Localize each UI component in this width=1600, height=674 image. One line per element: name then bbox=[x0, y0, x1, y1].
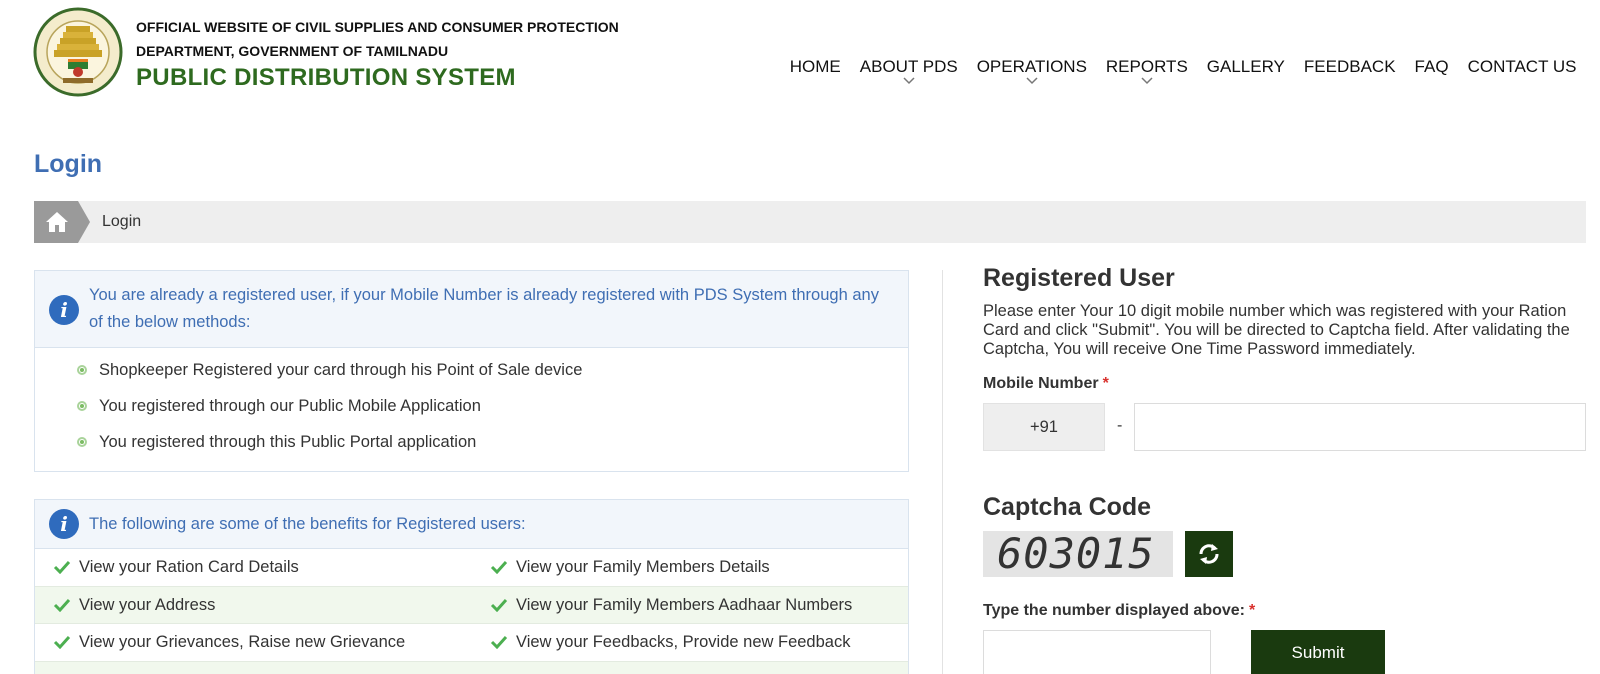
mobile-number-input[interactable] bbox=[1134, 403, 1586, 451]
benefit-item: View your Feedbacks, Provide new Feedbac… bbox=[490, 633, 850, 652]
nav-feedback-label: FEEDBACK bbox=[1303, 57, 1396, 76]
department-line-2: DEPARTMENT, GOVERNMENT OF TAMILNADU bbox=[136, 43, 449, 59]
nav-faq[interactable]: FAQ bbox=[1405, 56, 1458, 86]
benefit-item: View your Family Members Aadhaar Numbers bbox=[490, 596, 852, 615]
captcha-input-label-text: Type the number displayed above: bbox=[983, 602, 1245, 619]
benefits-heading: The following are some of the benefits f… bbox=[89, 515, 526, 533]
department-name: OFFICIAL WEBSITE OF CIVIL SUPPLIES AND C… bbox=[136, 15, 676, 63]
info-icon: i bbox=[49, 509, 79, 539]
benefit-text: View your Family Members Aadhaar Numbers bbox=[516, 595, 853, 614]
country-code-prefix: +91 bbox=[983, 403, 1105, 451]
nav-operations[interactable]: OPERATIONS bbox=[967, 56, 1096, 86]
chevron-down-icon bbox=[1141, 77, 1153, 85]
mobile-number-label-text: Mobile Number bbox=[983, 375, 1099, 392]
refresh-captcha-button[interactable] bbox=[1185, 531, 1233, 577]
page-title: Login bbox=[34, 150, 103, 178]
nav-reports-label: REPORTS bbox=[1105, 57, 1188, 76]
separator: - bbox=[1117, 417, 1123, 434]
tamilnadu-emblem-icon[interactable] bbox=[33, 4, 123, 100]
benefit-text: View your Ration Card Details bbox=[79, 558, 299, 576]
list-item: You registered through this Public Porta… bbox=[77, 431, 582, 467]
captcha-input-label: Type the number displayed above: * bbox=[983, 602, 1255, 620]
captcha-image: 603015 bbox=[983, 531, 1173, 577]
info-icon: i bbox=[49, 295, 79, 325]
benefit-text: View your Address bbox=[79, 595, 216, 614]
chevron-down-icon bbox=[903, 77, 915, 85]
nav-reports[interactable]: REPORTS bbox=[1096, 56, 1197, 86]
list-item: Shopkeeper Registered your card through … bbox=[77, 359, 582, 395]
nav-home[interactable]: HOME bbox=[780, 56, 850, 86]
breadcrumb: Login bbox=[34, 201, 1586, 243]
benefit-text: View your Family Members Details bbox=[516, 558, 770, 576]
benefit-item: View your Grievances, Raise new Grievanc… bbox=[53, 633, 405, 652]
benefits-panel: i The following are some of the benefits… bbox=[34, 499, 909, 674]
site-header: OFFICIAL WEBSITE OF CIVIL SUPPLIES AND C… bbox=[0, 0, 1600, 115]
benefit-text: View your Grievances, Raise new Grievanc… bbox=[79, 633, 406, 651]
department-line-1: OFFICIAL WEBSITE OF CIVIL SUPPLIES AND C… bbox=[136, 19, 619, 35]
main-nav: HOME ABOUT PDS OPERATIONS REPORTS GALLER… bbox=[780, 56, 1586, 86]
list-item: You registered through our Public Mobile… bbox=[77, 395, 582, 431]
benefit-item: View your Address bbox=[53, 596, 215, 615]
check-icon bbox=[490, 560, 508, 574]
nav-contact-us-label: CONTACT US bbox=[1467, 57, 1577, 76]
benefits-row: View your Ration Card Details View your … bbox=[35, 549, 908, 587]
breadcrumb-current: Login bbox=[102, 213, 142, 230]
benefits-row bbox=[35, 661, 908, 674]
nav-faq-label: FAQ bbox=[1414, 57, 1449, 76]
list-item-text: Shopkeeper Registered your card through … bbox=[99, 361, 583, 379]
benefits-row: View your Grievances, Raise new Grievanc… bbox=[35, 624, 908, 662]
captcha-text: 603015 bbox=[997, 531, 1155, 577]
registered-user-title: Registered User bbox=[983, 264, 1175, 292]
nav-contact-us[interactable]: CONTACT US bbox=[1458, 56, 1586, 86]
nav-operations-label: OPERATIONS bbox=[976, 57, 1087, 76]
benefit-item: View your Family Members Details bbox=[490, 558, 770, 577]
check-icon bbox=[53, 598, 71, 612]
column-divider bbox=[942, 270, 943, 674]
registered-info-panel: i You are already a registered user, if … bbox=[34, 270, 909, 472]
submit-button[interactable]: Submit bbox=[1251, 630, 1385, 674]
list-item-text: You registered through this Public Porta… bbox=[99, 433, 477, 451]
nav-feedback[interactable]: FEEDBACK bbox=[1294, 56, 1405, 86]
benefits-header: i The following are some of the benefits… bbox=[35, 500, 908, 549]
registration-methods-list: Shopkeeper Registered your card through … bbox=[77, 359, 582, 467]
required-marker: * bbox=[1248, 602, 1256, 619]
check-icon bbox=[53, 635, 71, 649]
mobile-number-label: Mobile Number * bbox=[983, 375, 1109, 393]
required-marker: * bbox=[1102, 375, 1109, 392]
check-icon bbox=[53, 560, 71, 574]
benefit-item: View your Ration Card Details bbox=[53, 558, 299, 577]
chevron-down-icon bbox=[1026, 77, 1038, 85]
bullet-icon bbox=[77, 401, 87, 411]
captcha-input[interactable] bbox=[983, 630, 1211, 674]
bullet-icon bbox=[77, 437, 87, 447]
check-icon bbox=[490, 598, 508, 612]
nav-about-pds-label: ABOUT PDS bbox=[859, 57, 958, 76]
registered-info-header: i You are already a registered user, if … bbox=[35, 271, 908, 348]
registered-user-description: Please enter Your 10 digit mobile number… bbox=[983, 302, 1570, 358]
captcha-title: Captcha Code bbox=[983, 493, 1152, 521]
site-name[interactable]: PUBLIC DISTRIBUTION SYSTEM bbox=[136, 64, 516, 92]
registered-info-heading: You are already a registered user, if yo… bbox=[89, 286, 879, 331]
nav-home-label: HOME bbox=[789, 57, 841, 76]
benefit-text: View your Feedbacks, Provide new Feedbac… bbox=[516, 633, 851, 651]
list-item-text: You registered through our Public Mobile… bbox=[99, 397, 481, 415]
benefits-row: View your Address View your Family Membe… bbox=[35, 586, 908, 624]
home-icon bbox=[46, 212, 68, 232]
check-icon bbox=[490, 635, 508, 649]
nav-gallery[interactable]: GALLERY bbox=[1197, 56, 1294, 86]
breadcrumb-home-link[interactable] bbox=[34, 201, 90, 243]
nav-about-pds[interactable]: ABOUT PDS bbox=[850, 56, 967, 86]
bullet-icon bbox=[77, 365, 87, 375]
refresh-icon bbox=[1199, 544, 1219, 564]
nav-gallery-label: GALLERY bbox=[1206, 57, 1285, 76]
